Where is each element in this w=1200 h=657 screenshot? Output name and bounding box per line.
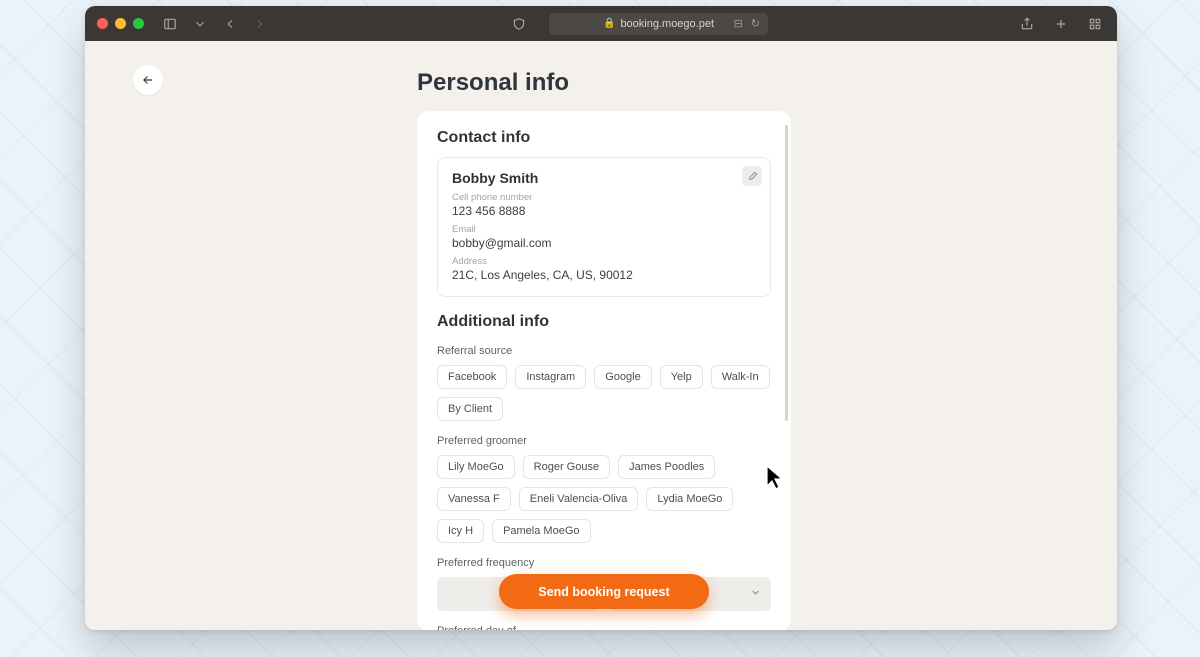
new-tab-icon[interactable] [1051, 14, 1071, 34]
window-controls [97, 18, 144, 29]
referral-chip[interactable]: By Client [437, 397, 503, 421]
close-window-button[interactable] [97, 18, 108, 29]
groomer-chip[interactable]: Eneli Valencia-Oliva [519, 487, 639, 511]
address-value: 21C, Los Angeles, CA, US, 90012 [452, 268, 756, 282]
phone-label: Cell phone number [452, 192, 756, 203]
day-label: Preferred day of [437, 625, 771, 630]
dropdown-button[interactable] [190, 14, 210, 34]
maximize-window-button[interactable] [133, 18, 144, 29]
chevron-down-icon [750, 587, 761, 601]
groomer-chip[interactable]: Icy H [437, 519, 484, 543]
groomer-label: Preferred groomer [437, 435, 771, 447]
groomer-options: Lily MoeGo Roger Gouse James Poodles Van… [437, 455, 771, 543]
referral-chip[interactable]: Instagram [515, 365, 586, 389]
email-value: bobby@gmail.com [452, 236, 756, 250]
reload-icon[interactable]: ↻ [751, 17, 760, 30]
email-label: Email [452, 224, 756, 235]
referral-options: Facebook Instagram Google Yelp Walk-In B… [437, 365, 771, 421]
lock-icon: 🔒 [603, 18, 615, 29]
referral-chip[interactable]: Yelp [660, 365, 703, 389]
cta-label: Send booking request [538, 585, 669, 599]
additional-section-title: Additional info [437, 313, 771, 331]
browser-window: 🔒 booking.moego.pet ⊟ ↻ Personal info [85, 6, 1117, 630]
groomer-chip[interactable]: Roger Gouse [523, 455, 610, 479]
phone-value: 123 456 8888 [452, 204, 756, 218]
address-label: Address [452, 256, 756, 267]
groomer-chip[interactable]: James Poodles [618, 455, 715, 479]
info-card: Contact info Bobby Smith Cell phone numb… [417, 111, 791, 630]
groomer-chip[interactable]: Lily MoeGo [437, 455, 515, 479]
contact-name: Bobby Smith [452, 170, 756, 186]
groomer-chip[interactable]: Vanessa F [437, 487, 511, 511]
referral-chip[interactable]: Google [594, 365, 651, 389]
back-button[interactable] [133, 65, 163, 95]
groomer-chip[interactable]: Pamela MoeGo [492, 519, 590, 543]
sidebar-toggle-button[interactable] [160, 14, 180, 34]
edit-contact-button[interactable] [742, 166, 762, 186]
minimize-window-button[interactable] [115, 18, 126, 29]
contact-section-title: Contact info [437, 129, 771, 147]
referral-chip[interactable]: Walk-In [711, 365, 770, 389]
page-content: Personal info Contact info Bobby Smith C… [85, 41, 1117, 630]
share-icon[interactable] [1017, 14, 1037, 34]
frequency-label: Preferred frequency [437, 557, 771, 569]
nav-forward-button[interactable] [250, 14, 270, 34]
send-booking-request-button[interactable]: Send booking request [499, 574, 709, 609]
shield-icon[interactable] [509, 14, 529, 34]
card-scrollbar[interactable] [785, 125, 788, 421]
tabs-overview-icon[interactable] [1085, 14, 1105, 34]
nav-back-button[interactable] [220, 14, 240, 34]
groomer-chip[interactable]: Lydia MoeGo [646, 487, 733, 511]
reader-icon[interactable]: ⊟ [734, 17, 743, 30]
referral-chip[interactable]: Facebook [437, 365, 507, 389]
url-text: booking.moego.pet [620, 18, 714, 30]
page-title: Personal info [417, 69, 569, 97]
browser-titlebar: 🔒 booking.moego.pet ⊟ ↻ [85, 6, 1117, 41]
address-bar[interactable]: 🔒 booking.moego.pet ⊟ ↻ [549, 13, 768, 35]
contact-info-box: Bobby Smith Cell phone number 123 456 88… [437, 157, 771, 297]
referral-label: Referral source [437, 345, 771, 357]
